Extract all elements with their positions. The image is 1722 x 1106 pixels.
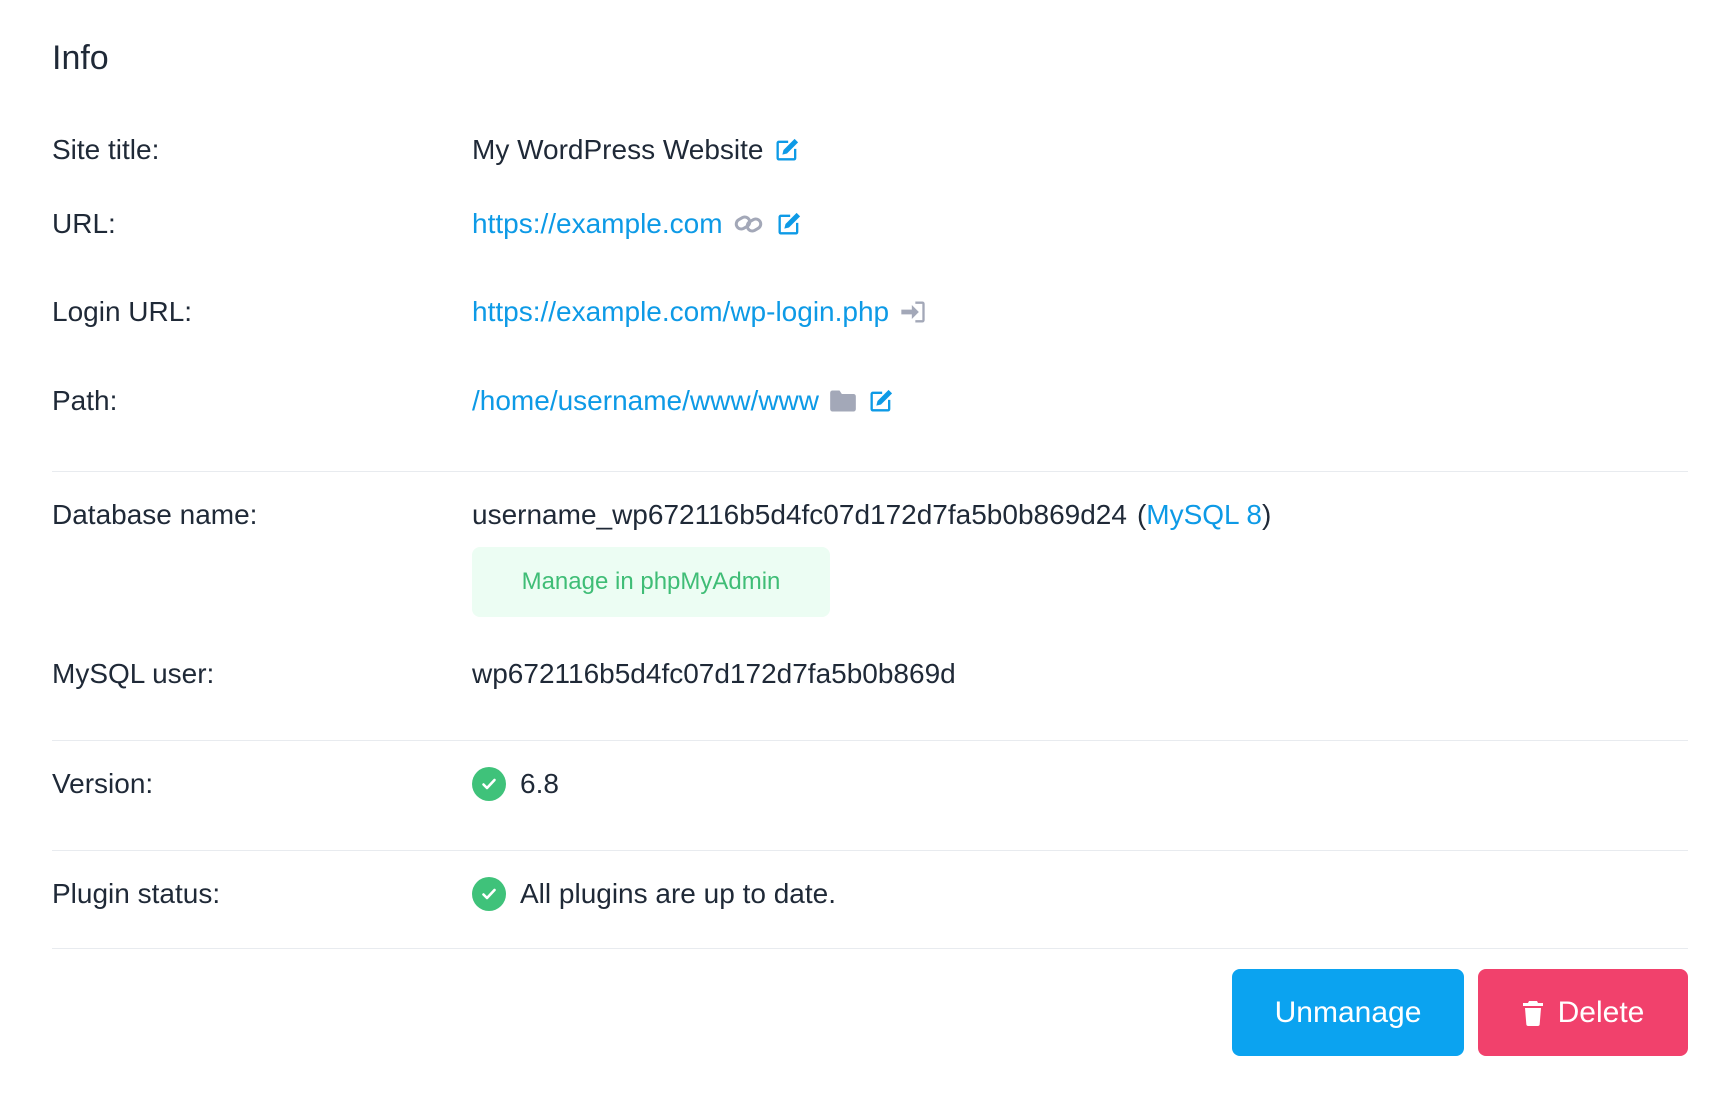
- manage-phpmyadmin-button[interactable]: Manage in phpMyAdmin: [472, 547, 830, 617]
- check-circle-icon: [472, 877, 506, 911]
- edit-icon[interactable]: [773, 136, 801, 164]
- open-paren: (: [1136, 499, 1147, 530]
- login-url-label: Login URL:: [52, 296, 193, 327]
- row-url: URL: https://example.com: [52, 206, 1688, 242]
- login-url-value-group: https://example.com/wp-login.php: [472, 294, 927, 330]
- trash-icon: [1522, 1000, 1544, 1026]
- database-name-label: Database name:: [52, 499, 258, 530]
- edit-icon[interactable]: [775, 210, 803, 238]
- folder-icon[interactable]: [829, 389, 857, 413]
- divider: [52, 471, 1688, 472]
- check-circle-icon: [472, 767, 506, 801]
- divider: [52, 850, 1688, 851]
- row-site-title: Site title: My WordPress Website: [52, 132, 1688, 168]
- edit-icon[interactable]: [867, 387, 895, 415]
- path-label: Path:: [52, 385, 118, 416]
- unmanage-button[interactable]: Unmanage: [1232, 969, 1464, 1056]
- login-url-link[interactable]: https://example.com/wp-login.php: [472, 294, 889, 330]
- plugin-status-value-group: All plugins are up to date.: [472, 876, 836, 912]
- plugin-status-value: All plugins are up to date.: [520, 878, 836, 909]
- row-database-name: Database name: username_wp672116b5d4fc07…: [52, 497, 1688, 533]
- url-label: URL:: [52, 208, 116, 239]
- path-link[interactable]: /home/username/www/www: [472, 383, 819, 419]
- database-name-value: username_wp672116b5d4fc07d172d7fa5b0b869…: [472, 499, 1127, 530]
- delete-button-label: Delete: [1557, 995, 1645, 1029]
- delete-button[interactable]: Delete: [1478, 969, 1688, 1056]
- row-version: Version: 6.8: [52, 766, 1688, 802]
- divider: [52, 948, 1688, 949]
- site-title-label: Site title:: [52, 134, 160, 165]
- plugin-status-label: Plugin status:: [52, 878, 221, 909]
- mysql-version-link[interactable]: MySQL 8: [1146, 497, 1262, 533]
- mysql-user-label: MySQL user:: [52, 658, 215, 689]
- database-name-value-group: username_wp672116b5d4fc07d172d7fa5b0b869…: [472, 497, 1271, 533]
- url-link[interactable]: https://example.com: [472, 206, 723, 242]
- mysql-user-value: wp672116b5d4fc07d172d7fa5b0b869d: [472, 658, 956, 689]
- url-value-group: https://example.com: [472, 206, 803, 242]
- site-title-value: My WordPress Website: [472, 134, 764, 165]
- version-label: Version:: [52, 768, 154, 799]
- section-title: Info: [52, 39, 109, 77]
- version-value-group: 6.8: [472, 766, 559, 802]
- row-path: Path: /home/username/www/www: [52, 383, 1688, 419]
- row-login-url: Login URL: https://example.com/wp-login.…: [52, 294, 1688, 330]
- row-mysql-user: MySQL user: wp672116b5d4fc07d172d7fa5b0b…: [52, 656, 1688, 692]
- divider: [52, 740, 1688, 741]
- site-title-value-group: My WordPress Website: [472, 132, 801, 168]
- version-value: 6.8: [520, 768, 559, 799]
- close-paren: ): [1261, 499, 1272, 530]
- sign-in-icon[interactable]: [899, 299, 927, 325]
- unmanage-button-label: Unmanage: [1274, 995, 1422, 1029]
- row-plugin-status: Plugin status: All plugins are up to dat…: [52, 876, 1688, 912]
- link-icon[interactable]: [733, 210, 765, 238]
- path-value-group: /home/username/www/www: [472, 383, 895, 419]
